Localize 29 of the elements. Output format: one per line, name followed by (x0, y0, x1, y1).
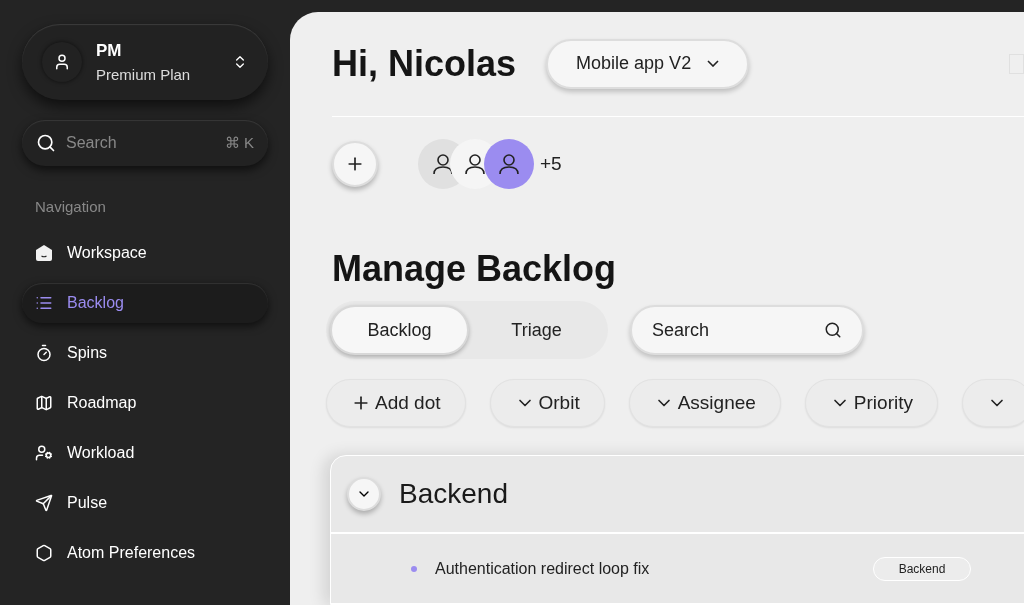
filter-dropdown[interactable]: Assignee (628, 379, 781, 427)
filter-dropdown[interactable]: Orbit (489, 379, 605, 427)
page-title: Manage Backlog (332, 247, 618, 291)
nav-item[interactable]: Spins (22, 332, 268, 373)
tab[interactable]: Triage (469, 305, 604, 355)
group-title: Backend (399, 477, 508, 511)
tag: Backend (873, 556, 971, 581)
section-heading: Navigation (35, 197, 107, 217)
task-title[interactable]: Authentication redirect loop fix (435, 556, 873, 581)
search-placeholder: Search (652, 318, 710, 342)
nav-item[interactable]: Atom Preferences (22, 532, 268, 573)
add-filter-button[interactable]: Add dot (326, 379, 466, 427)
tab[interactable]: Backlog (330, 305, 469, 355)
nav-item[interactable]: Roadmap (22, 382, 268, 423)
shortcut-hint: ⌘ K (224, 132, 254, 153)
plan-name: Premium Plan (96, 64, 192, 85)
nav-item[interactable]: Workspace (22, 232, 268, 273)
more-members-count: +5 (540, 151, 562, 176)
search-placeholder: Search (66, 133, 118, 153)
nav-item[interactable]: Workload (22, 432, 268, 473)
filter-dropdown[interactable]: Priority (804, 379, 938, 427)
project-dropdown[interactable]: Mobile app V2 (546, 38, 750, 89)
nav-item[interactable]: Backlog (22, 282, 268, 323)
search-field[interactable]: Search (630, 305, 864, 355)
search-field[interactable]: Search ⌘ K (22, 120, 268, 166)
account-initials: PM (96, 40, 123, 62)
greeting: Hi, Nicolas (332, 41, 517, 86)
nav-item[interactable]: Pulse (22, 482, 268, 523)
account-switcher[interactable]: PM Premium Plan (22, 24, 268, 100)
